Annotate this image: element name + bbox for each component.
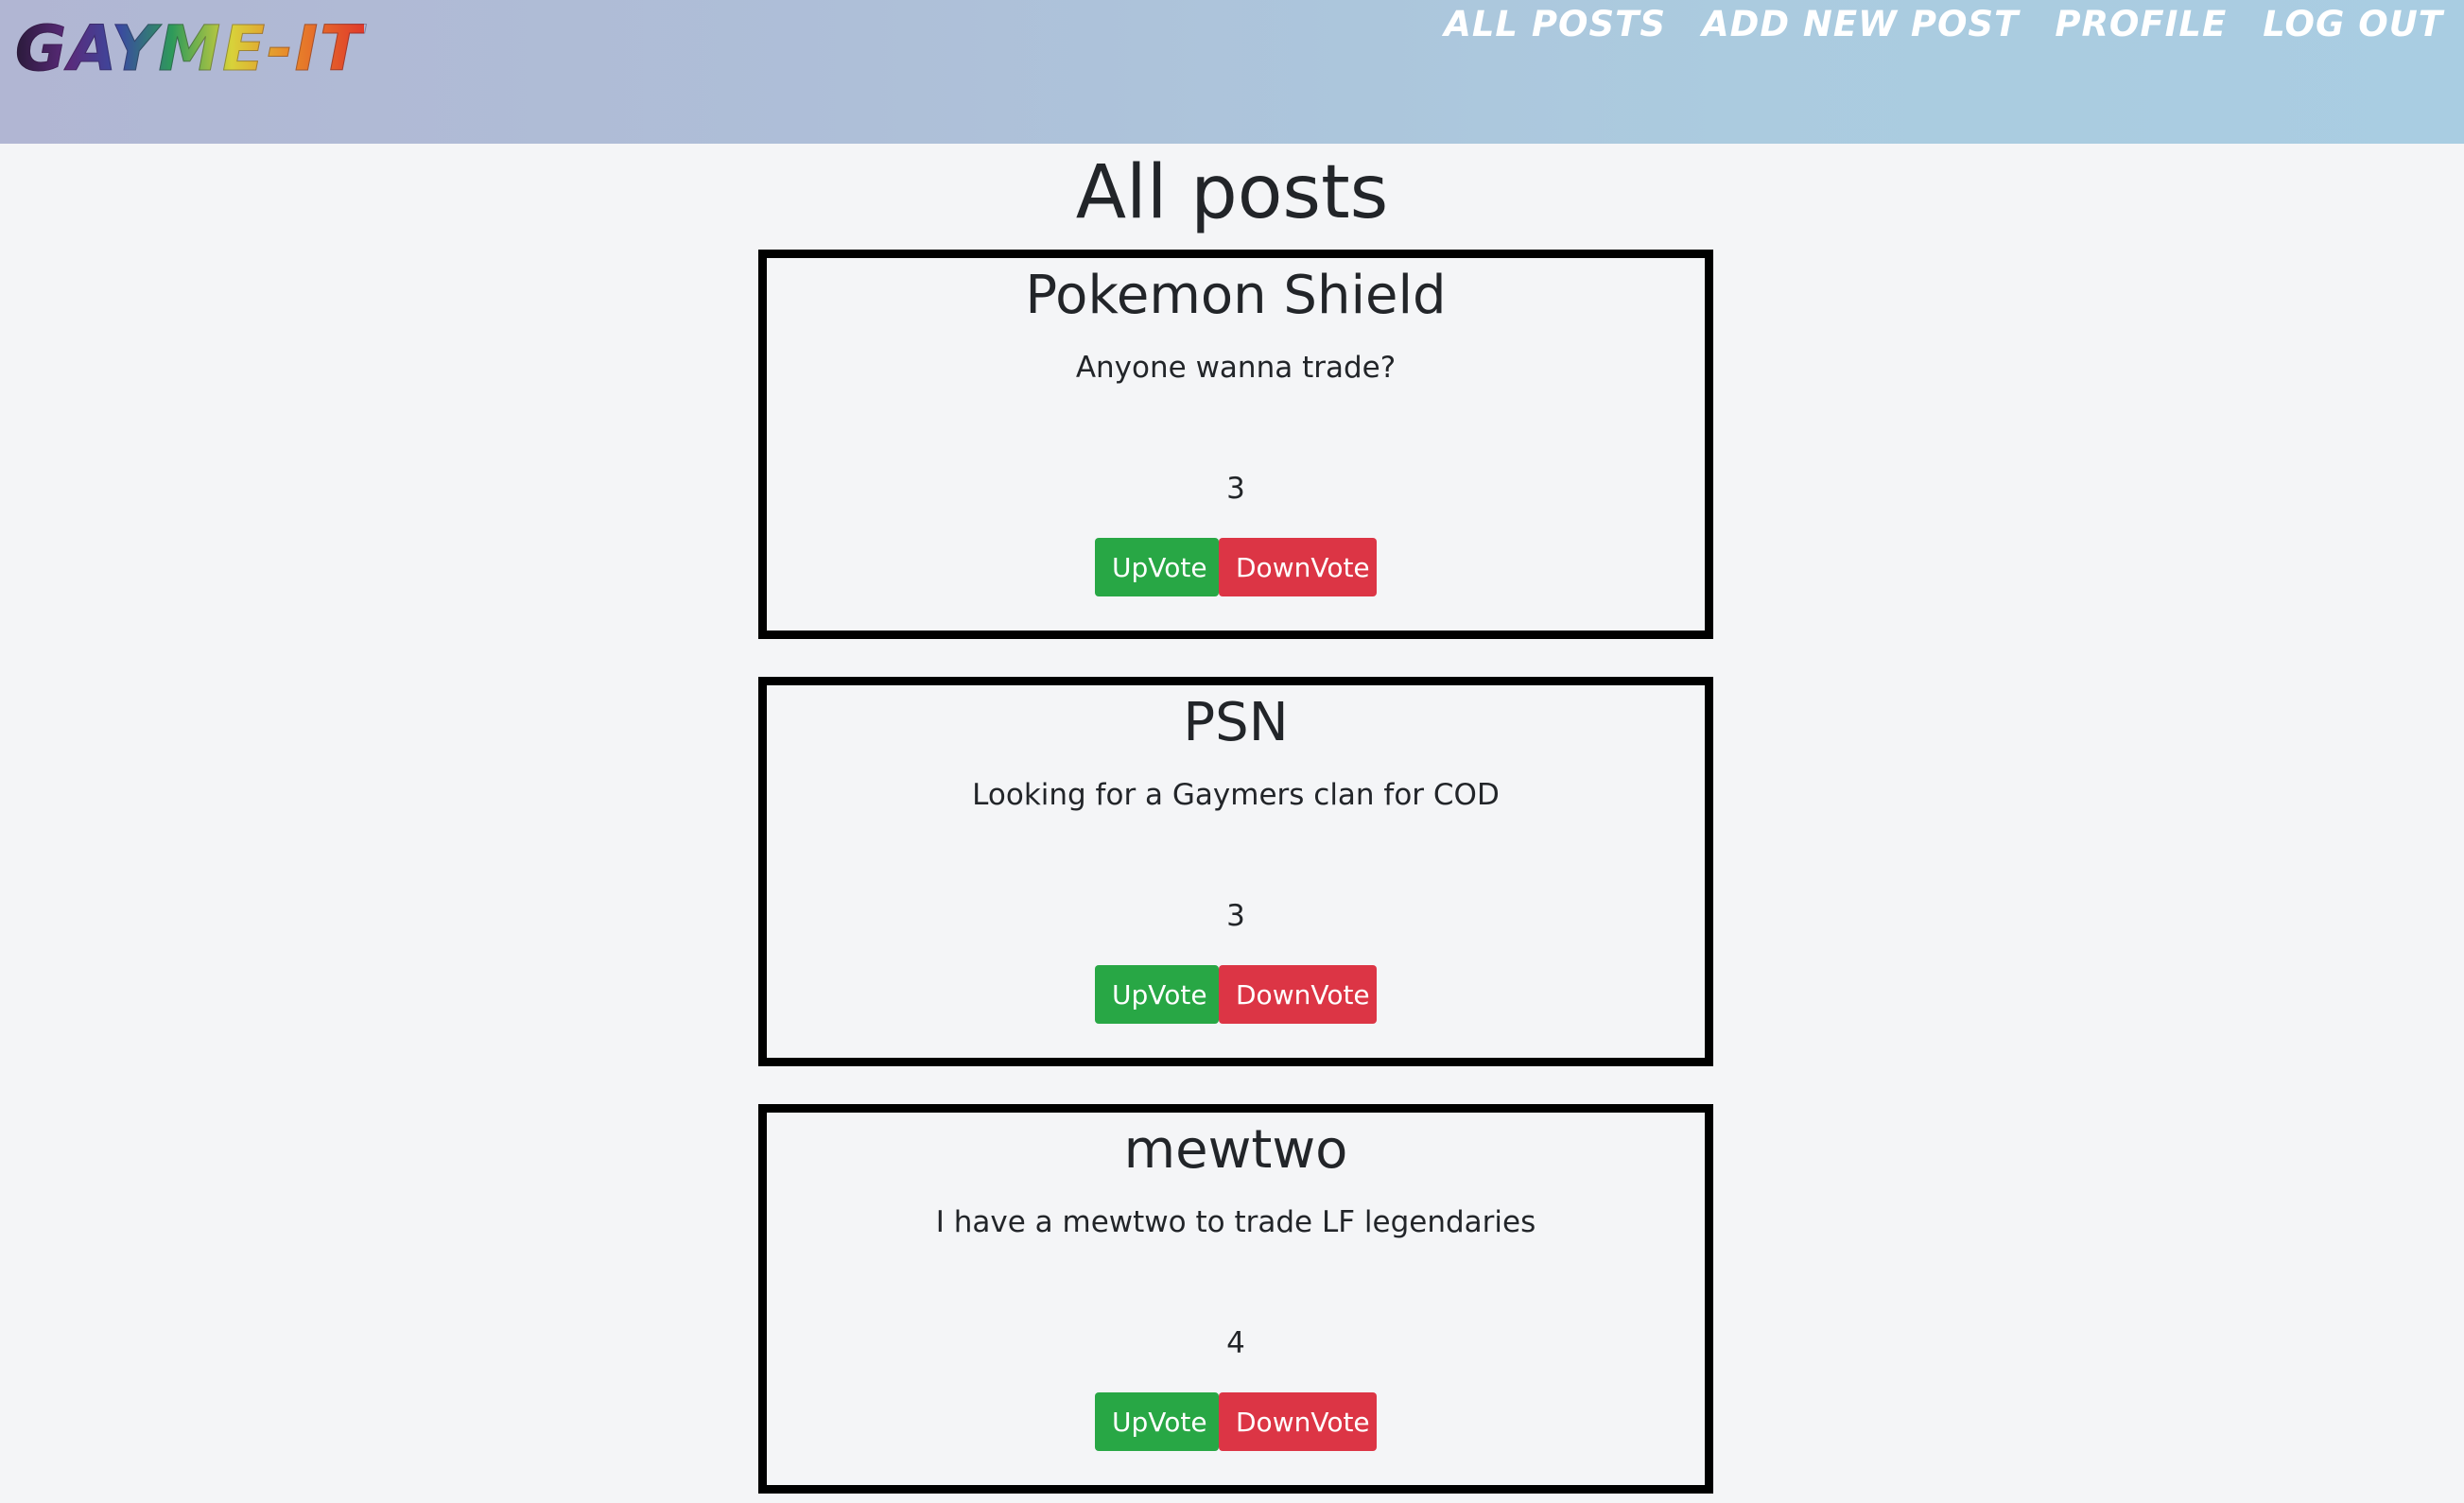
nav-log-out-link[interactable]: Log Out: [2263, 4, 2443, 44]
post-title: Pokemon Shield: [1025, 265, 1447, 326]
post-title: PSN: [1183, 692, 1289, 753]
downvote-button[interactable]: DownVote: [1219, 965, 1377, 1024]
nav-add-new-post-link[interactable]: Add New Post: [1702, 4, 2019, 44]
post-body: Looking for a Gaymers clan for COD: [972, 778, 1500, 812]
navbar: GAYME-IT All Posts Add New Post Profile …: [0, 0, 2464, 144]
post-body: I have a mewtwo to trade LF legendaries: [935, 1205, 1536, 1239]
downvote-button[interactable]: DownVote: [1219, 1392, 1377, 1451]
downvote-button[interactable]: DownVote: [1219, 538, 1377, 596]
upvote-button[interactable]: UpVote: [1095, 965, 1219, 1024]
vote-count: 3: [1226, 899, 1245, 933]
upvote-button[interactable]: UpVote: [1095, 538, 1219, 596]
post-card: Pokemon Shield Anyone wanna trade? 3 UpV…: [758, 250, 1713, 639]
page-title: All posts: [1075, 150, 1389, 235]
post-card: mewtwo I have a mewtwo to trade LF legen…: [758, 1104, 1713, 1494]
vote-count: 3: [1226, 472, 1245, 506]
nav-all-posts-link[interactable]: All Posts: [1444, 4, 1666, 44]
post-title: mewtwo: [1123, 1119, 1348, 1181]
nav-links: All Posts Add New Post Profile Log Out: [1444, 0, 2443, 47]
upvote-button[interactable]: UpVote: [1095, 1392, 1219, 1451]
site-logo[interactable]: GAYME-IT: [14, 11, 364, 87]
nav-profile-link[interactable]: Profile: [2055, 4, 2227, 44]
post-body: Anyone wanna trade?: [1075, 351, 1397, 385]
vote-buttons: UpVote DownVote: [767, 965, 1705, 1024]
vote-buttons: UpVote DownVote: [767, 538, 1705, 596]
vote-count: 4: [1226, 1326, 1245, 1360]
post-card: PSN Looking for a Gaymers clan for COD 3…: [758, 677, 1713, 1066]
vote-buttons: UpVote DownVote: [767, 1392, 1705, 1451]
